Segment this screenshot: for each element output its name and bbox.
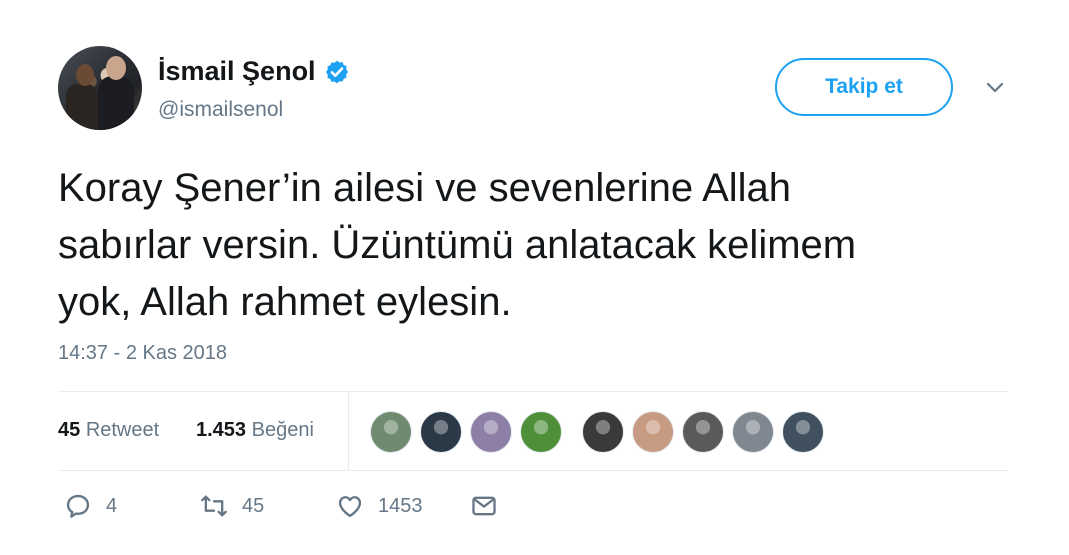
like-stat-label: Beğeni [251,419,314,441]
liker-avatars [370,411,824,453]
follow-button[interactable]: Takip et [775,58,953,116]
liker-avatar-2[interactable] [420,411,462,453]
stats-bottom-divider [58,470,1008,471]
avatar-figure-right [98,76,134,130]
avatar-head-left [76,64,94,86]
reply-count: 4 [106,494,118,517]
avatar-figure-left [66,84,98,130]
like-stat-count: 1.453 [196,419,247,441]
avatar-head-right [106,56,126,80]
liker-avatar-8[interactable] [732,411,774,453]
heart-icon [338,496,362,518]
author-handle[interactable]: @ismailsenol [158,98,283,122]
liker-avatar-4[interactable] [520,411,562,453]
like-count: 1453 [378,494,423,517]
liker-avatar-1[interactable] [370,411,412,453]
reply-action[interactable]: 4 [64,492,117,520]
like-action[interactable]: 1453 [336,492,423,520]
retweet-stat-count: 45 [58,419,81,441]
retweet-count: 45 [242,494,265,517]
tweet-text: Koray Şener’in ailesi ve sevenlerine All… [58,160,1018,331]
liker-avatar-6[interactable] [632,411,674,453]
chevron-down-icon[interactable] [983,76,1007,100]
direct-message-action[interactable] [470,492,498,520]
liker-avatar-7[interactable] [682,411,724,453]
liker-avatar-5[interactable] [582,411,624,453]
retweet-action[interactable]: 45 [200,492,264,520]
tweet-header: İsmail Şenol @ismailsenol Takip et [58,46,1018,130]
retweet-stat-label: Retweet [85,419,160,441]
tweet-text-line: sabırlar versin. Üzüntümü anlatacak keli… [58,223,857,267]
tweet-text-line: Koray Şener’in ailesi ve sevenlerine All… [58,166,792,210]
author-display-name[interactable]: İsmail Şenol [158,56,316,87]
tweet-stats: 45 Retweet 1.453 Beğeni [58,392,1008,470]
reply-icon [66,494,90,518]
tweet-timestamp[interactable]: 14:37 - 2 Kas 2018 [58,342,227,365]
stats-vertical-divider [348,392,349,470]
tweet-text-line: yok, Allah rahmet eylesin. [58,280,512,324]
retweet-stat[interactable]: 45 Retweet [58,419,159,442]
author-avatar[interactable] [58,46,142,130]
author-name-row: İsmail Şenol [158,56,350,87]
like-stat[interactable]: 1.453 Beğeni [196,419,314,442]
envelope-icon [472,496,496,516]
liker-avatar-3[interactable] [470,411,512,453]
verified-badge-icon [325,60,348,83]
retweet-icon [201,495,227,517]
liker-avatar-9[interactable] [782,411,824,453]
